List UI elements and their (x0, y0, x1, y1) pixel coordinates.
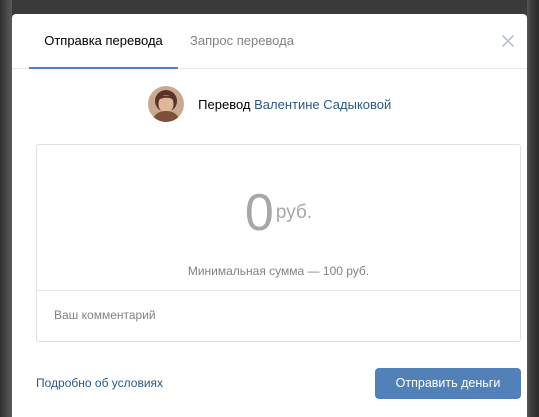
send-money-button[interactable]: Отправить деньги (375, 368, 521, 399)
tab-request-transfer[interactable]: Запрос перевода (190, 14, 294, 69)
recipient-avatar[interactable] (147, 86, 184, 122)
money-transfer-modal: Отправка перевода Запрос перевода Перево… (12, 14, 527, 417)
transfer-tabs: Отправка перевода Запрос перевода (12, 14, 527, 69)
recipient-prefix: Перевод (198, 96, 251, 112)
recipient-label: Перевод Валентине Садыковой (198, 97, 391, 112)
minimum-amount-hint: Минимальная сумма — 100 руб. (187, 264, 370, 278)
close-button[interactable] (495, 28, 521, 54)
background-right-edge (527, 0, 539, 417)
transfer-form-box: 0 руб. Минимальная сумма — 100 руб. Ваш к… (36, 144, 521, 342)
recipient-name-link[interactable]: Валентине Садыковой (254, 97, 391, 112)
background-left-edge (0, 0, 12, 417)
amount-display[interactable]: 0 руб. (37, 183, 520, 243)
recipient-row: Перевод Валентине Садыковой (12, 86, 527, 122)
user-avatar-icon (147, 86, 184, 122)
amount-currency: руб. (275, 202, 313, 223)
terms-details-link[interactable]: Подробно об условиях (36, 376, 163, 390)
amount-value: 0 (244, 184, 274, 242)
tab-send-transfer[interactable]: Отправка перевода (29, 14, 178, 69)
close-icon (502, 35, 514, 47)
amount-input-area[interactable]: 0 руб. Минимальная сумма — 100 руб. (37, 145, 520, 291)
comment-field[interactable]: Ваш комментарий (37, 291, 520, 341)
